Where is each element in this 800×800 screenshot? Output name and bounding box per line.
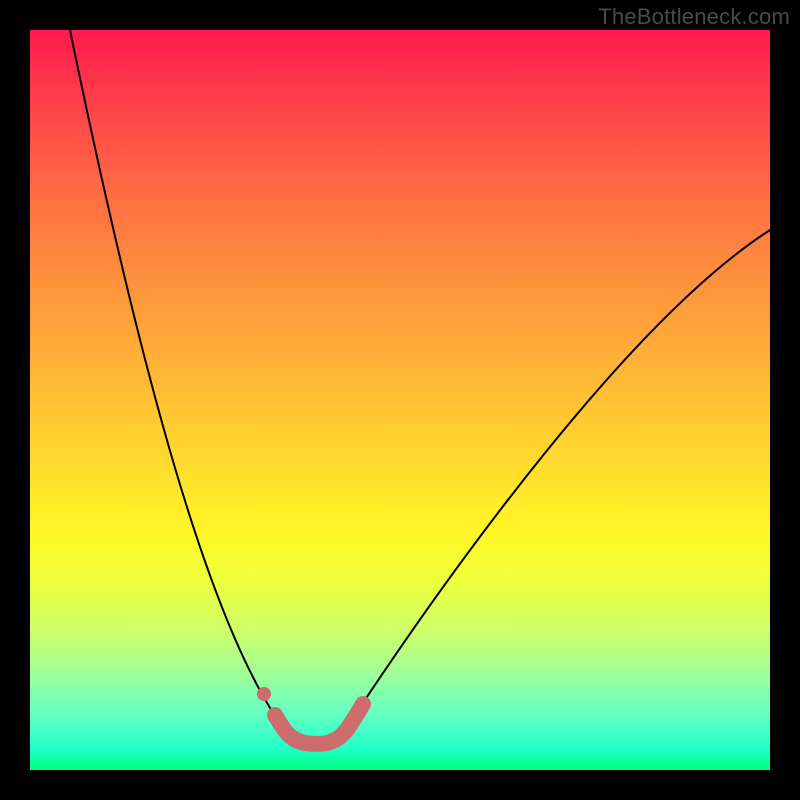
marker-dot — [257, 687, 271, 701]
bottleneck-curve — [70, 30, 770, 745]
watermark-text: TheBottleneck.com — [598, 4, 790, 30]
marker-valley — [275, 704, 363, 744]
bottleneck-curve-svg — [30, 30, 770, 770]
chart-plot-area — [30, 30, 770, 770]
